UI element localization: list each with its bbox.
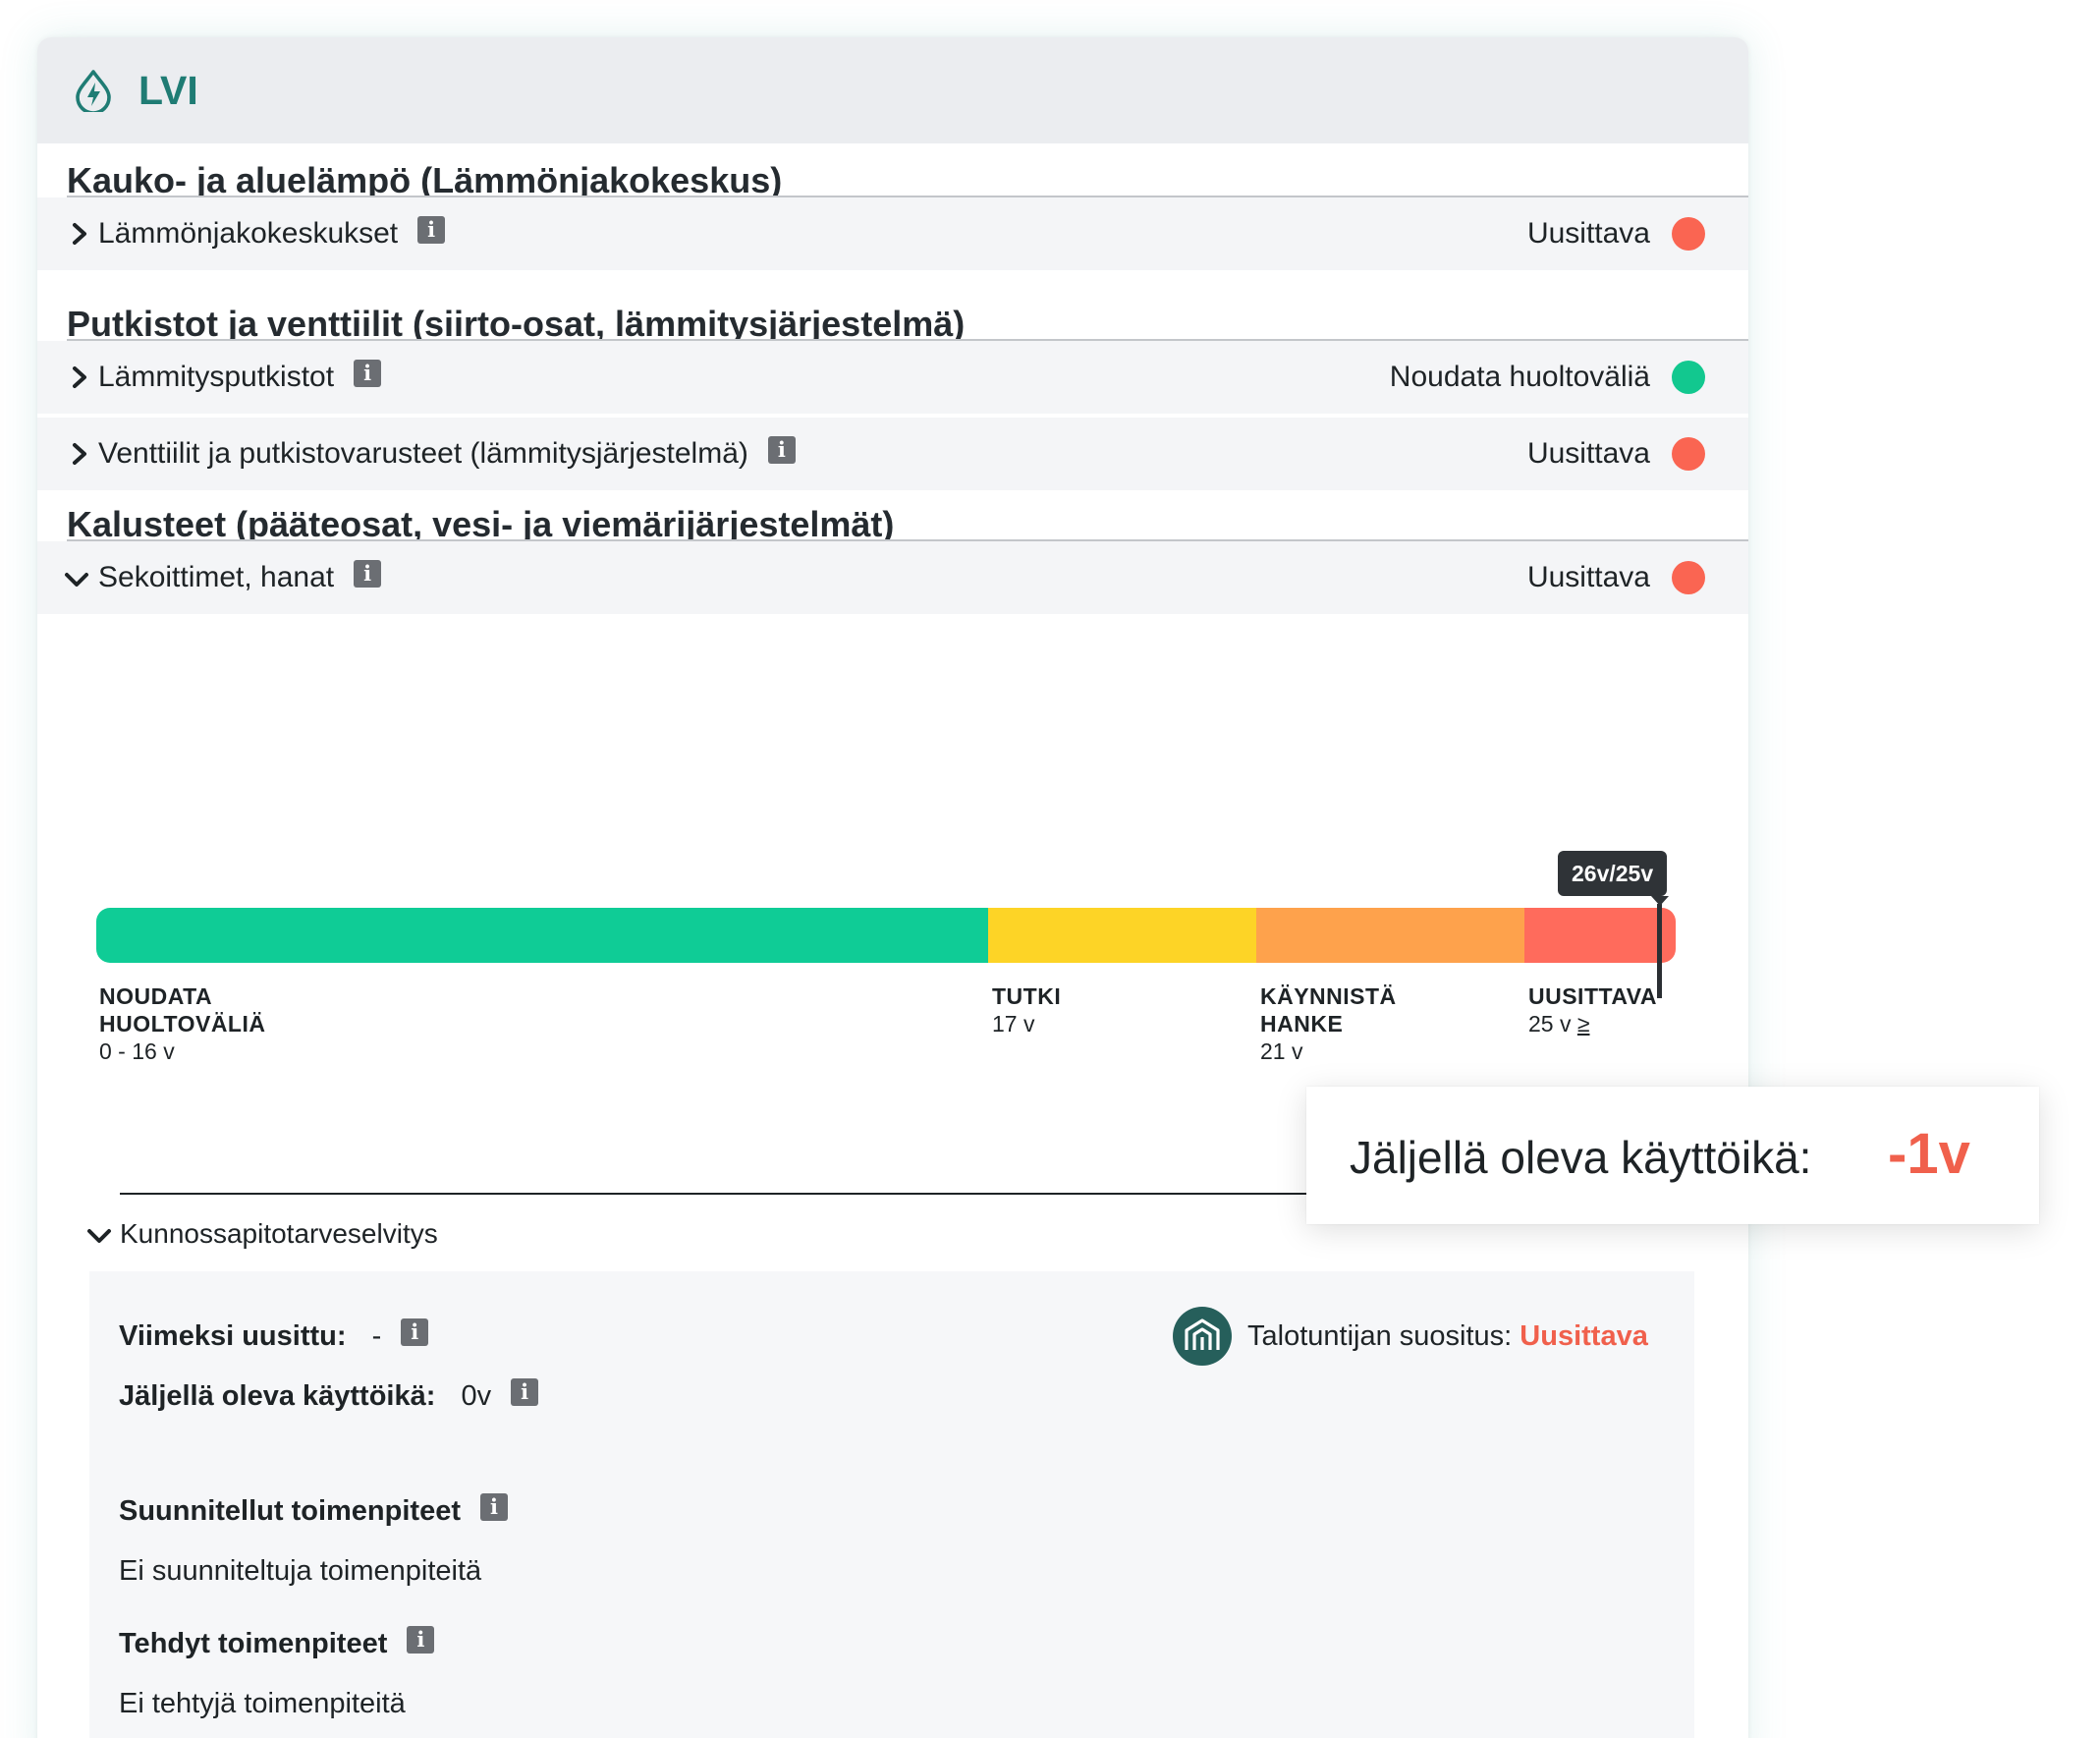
panel-title: LVI [138,68,198,113]
recommendation: Talotuntijan suositus: Uusittava [1247,1317,1648,1356]
page: LVI Kauko- ja aluelämpö (Lämmönjakokesku… [0,0,2100,1738]
component-label-row[interactable]: Lämmitysputkistot i [98,358,382,397]
info-icon[interactable]: i [401,1318,429,1346]
component-row[interactable]: Venttiilit ja putkistovarusteet (lämmity… [37,418,1748,490]
segment-kaynnista-hanke [1256,908,1524,963]
last-renewed-label: Viimeksi uusittu: [119,1320,347,1352]
component-row[interactable]: Lämmitysputkistot i Noudata huoltoväliä [37,341,1748,414]
info-icon[interactable]: i [480,1493,508,1521]
remaining-life-value: 0v [461,1380,492,1412]
chevron-down-icon[interactable] [63,569,90,590]
section-divider-line [120,1193,1355,1195]
segment-label: UUSITTAVA 25 v ≥ [1528,982,1657,1037]
segment-name: TUTKI [992,983,1062,1009]
planned-actions-text: Ei suunniteltuja toimenpiteitä [119,1555,482,1587]
segment-name: NOUDATA [99,983,213,1009]
component-row[interactable]: Lämmönjakokeskukset i Uusittava [37,197,1748,270]
status-text: Uusittava [1526,437,1650,470]
segment-range: 17 v [992,1011,1035,1037]
status-dot-green [1672,361,1705,394]
segment-range: 21 v [1260,1038,1303,1064]
segment-noudata-huoltovalia [96,908,988,963]
done-actions-heading: Tehdyt toimenpiteet i [119,1624,435,1663]
chevron-right-icon[interactable] [69,221,90,247]
component-label[interactable]: Lämmitysputkistot [98,361,334,393]
component-label-row[interactable]: Sekoittimet, hanat i [98,558,382,597]
segment-label: TUTKI 17 v [992,982,1061,1037]
chevron-down-icon[interactable] [86,1226,112,1246]
segment-name: HUOLTOVÄLIÄ [99,1011,266,1037]
segment-label: KÄYNNISTÄ HANKE 21 v [1260,982,1397,1065]
component-label[interactable]: Venttiilit ja putkistovarusteet (lämmity… [98,437,748,470]
info-icon[interactable]: i [767,436,796,464]
tooltip-pointer [1651,896,1669,906]
segment-name: UUSITTAVA [1528,983,1657,1009]
status-dot-red [1672,437,1705,471]
last-renewed-value: - [371,1320,382,1352]
panel-header: LVI [37,37,1748,143]
remaining-life-label: Jäljellä oleva käyttöikä: [119,1380,436,1412]
info-icon[interactable]: i [407,1626,435,1654]
segment-uusittava [1524,908,1676,963]
done-actions-text: Ei tehtyjä toimenpiteitä [119,1688,406,1719]
segment-range: 25 v [1528,1011,1572,1037]
info-icon[interactable]: i [417,216,446,244]
info-icon[interactable]: i [354,360,382,387]
maintenance-toggle-label[interactable]: Kunnossapitotarveselvitys [120,1214,438,1254]
age-marker [1657,904,1662,998]
segment-name: HANKE [1260,1011,1344,1037]
talotuntija-logo-icon [1173,1307,1232,1366]
status-text: Uusittava [1526,217,1650,250]
recommendation-value: Uusittava [1520,1320,1648,1352]
lifecycle-bar [96,908,1676,963]
remaining-life-callout: Jäljellä oleva käyttöikä: -1v [1306,1087,2039,1224]
planned-actions-title: Suunnitellut toimenpiteet [119,1495,461,1527]
status-dot-red [1672,217,1705,251]
segment-label: NOUDATA HUOLTOVÄLIÄ 0 - 16 v [99,982,265,1065]
callout-value: -1v [1888,1122,1970,1186]
remaining-life-row: Jäljellä oleva käyttöikä: 0v i [119,1376,539,1416]
status-text: Noudata huoltoväliä [1389,361,1650,393]
chevron-right-icon[interactable] [69,441,90,467]
last-renewed-row: Viimeksi uusittu: -i [119,1317,429,1356]
component-row-expanded[interactable]: Sekoittimet, hanat i Uusittava [37,541,1748,614]
done-actions-title: Tehdyt toimenpiteet [119,1628,388,1659]
segment-range-suffix: ≥ [1576,1011,1590,1037]
status-dot-red [1672,561,1705,594]
age-tooltip: 26v/25v [1558,851,1668,896]
recommendation-label: Talotuntijan suositus: [1247,1320,1513,1352]
segment-name: KÄYNNISTÄ [1260,983,1397,1009]
component-label[interactable]: Lämmönjakokeskukset [98,217,398,250]
energy-drop-icon [76,70,111,112]
callout-label: Jäljellä oleva käyttöikä: [1350,1132,1812,1183]
info-icon[interactable]: i [511,1378,539,1406]
planned-actions-heading: Suunnitellut toimenpiteet i [119,1491,508,1531]
segment-tutki [988,908,1256,963]
component-label[interactable]: Sekoittimet, hanat [98,561,334,593]
info-icon[interactable]: i [354,560,382,588]
status-text: Uusittava [1526,561,1650,593]
chevron-right-icon[interactable] [69,364,90,390]
component-label-row[interactable]: Venttiilit ja putkistovarusteet (lämmity… [98,434,796,474]
component-label-row[interactable]: Lämmönjakokeskukset i [98,214,446,253]
house-icon [1185,1318,1220,1350]
segment-range-row: 25 v ≥ [1528,1010,1657,1037]
segment-range: 0 - 16 v [99,1038,175,1064]
